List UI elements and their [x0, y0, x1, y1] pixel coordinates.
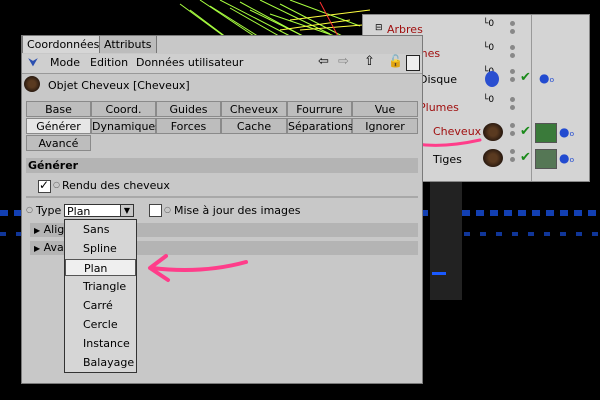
forward-arrow-icon[interactable]: ⇨ — [338, 54, 349, 69]
enabled-check-icon[interactable]: ✔ — [520, 124, 531, 139]
lod-icon: └0 — [483, 43, 495, 53]
option-triangle[interactable]: Triangle — [65, 278, 136, 295]
render-hair-checkbox[interactable]: ✓ — [38, 178, 51, 193]
tab-coord[interactable]: Coord. — [91, 101, 156, 117]
visibility-dots[interactable] — [510, 69, 516, 85]
tab-generer[interactable]: Générer — [26, 118, 91, 134]
tab-base[interactable]: Base — [26, 101, 91, 117]
option-carre[interactable]: Carré — [65, 297, 136, 314]
object-header: Objet Cheveux [Cheveux] — [22, 74, 422, 96]
back-arrow-icon[interactable]: ⇦ — [318, 54, 329, 69]
hair-object-icon — [483, 123, 503, 141]
lod-icon: └0 — [483, 19, 495, 29]
type-label: Type — [36, 204, 62, 217]
object-name[interactable]: Disque — [419, 73, 457, 86]
expand-arrow-icon[interactable]: ▶ — [34, 244, 40, 253]
option-instance[interactable]: Instance — [65, 335, 136, 352]
param-dot-icon: ○ — [26, 205, 33, 214]
tab-dynamiques[interactable]: Dynamiques — [91, 118, 161, 134]
update-frames-label: Mise à jour des images — [174, 204, 301, 217]
option-balayage[interactable]: Balayage — [65, 354, 136, 371]
object-name[interactable]: Tiges — [433, 153, 462, 166]
param-dot-icon: ○ — [53, 180, 60, 189]
tab-fourrure[interactable]: Fourrure — [287, 101, 352, 117]
tag-icon[interactable]: ●ₒ — [539, 71, 554, 85]
update-frames-checkbox[interactable] — [149, 204, 162, 217]
option-sans[interactable]: Sans — [65, 221, 136, 238]
tab-ignorer[interactable]: Ignorer — [352, 118, 418, 134]
tab-forces[interactable]: Forces — [156, 118, 221, 134]
type-dropdown-menu: Sans Spline Plan Triangle Carré Cercle I… — [64, 219, 137, 373]
visibility-dots[interactable] — [510, 97, 516, 113]
check-mark-icon: ✓ — [39, 178, 50, 192]
disc-icon — [485, 71, 499, 87]
visibility-dots[interactable] — [510, 45, 516, 61]
hair-object-icon — [483, 149, 503, 167]
section-title: Générer — [26, 158, 418, 173]
object-title: Objet Cheveux [Cheveux] — [48, 79, 190, 92]
hair-object-icon — [24, 76, 40, 92]
menu-mode[interactable]: Mode — [50, 56, 80, 69]
tab-cheveux[interactable]: Cheveux — [221, 101, 287, 117]
tag-icon[interactable]: ●ₒ — [559, 125, 574, 139]
option-spline[interactable]: Spline — [65, 240, 136, 257]
object-name[interactable]: Plumes — [419, 101, 459, 114]
material-tag-icon[interactable] — [535, 149, 557, 169]
lod-icon: └0 — [483, 95, 495, 105]
tab-vue[interactable]: Vue — [352, 101, 418, 117]
new-window-icon[interactable] — [406, 55, 420, 71]
visibility-dots[interactable] — [510, 123, 516, 139]
cursor-icon: ⮟ — [28, 55, 39, 69]
enabled-check-icon[interactable]: ✔ — [520, 70, 531, 85]
visibility-dots[interactable] — [510, 149, 516, 165]
axis-marker — [432, 272, 446, 275]
menu-edition[interactable]: Edition — [90, 56, 128, 69]
tab-guides[interactable]: Guides — [156, 101, 221, 117]
visibility-dots[interactable] — [510, 21, 516, 37]
material-tag-icon[interactable] — [535, 123, 557, 143]
group-label: Ava — [43, 241, 64, 254]
lock-icon[interactable]: 🔓 — [388, 54, 403, 68]
tab-attributes[interactable]: Attributs — [99, 35, 157, 53]
expand-arrow-icon[interactable]: ▶ — [34, 226, 40, 235]
dropdown-arrow-icon[interactable]: ▼ — [120, 205, 133, 216]
render-hair-label: Rendu des cheveux — [62, 179, 170, 192]
group-label: Alig — [43, 223, 65, 236]
attributes-panel: Coordonnées Attributs ⮟ Mode Edition Don… — [21, 35, 423, 384]
menu-user-data[interactable]: Données utilisateur — [136, 56, 243, 69]
enabled-check-icon[interactable]: ✔ — [520, 150, 531, 165]
tree-toggle-icon[interactable]: ⊟ — [375, 23, 383, 33]
up-arrow-icon[interactable]: ⇧ — [364, 54, 375, 69]
tab-avance[interactable]: Avancé — [26, 135, 91, 151]
menu-bar: ⮟ Mode Edition Données utilisateur ⇦ ⇨ ⇧… — [22, 54, 422, 74]
tag-icon[interactable]: ●ₒ — [559, 151, 574, 165]
annotation-underline — [414, 138, 482, 147]
divider — [26, 196, 418, 198]
tab-cache[interactable]: Cache — [221, 118, 287, 134]
tab-coordinates[interactable]: Coordonnées — [22, 35, 100, 53]
type-dropdown[interactable]: Plan ▼ — [64, 204, 134, 218]
option-plan[interactable]: Plan — [65, 259, 136, 276]
type-value: Plan — [67, 205, 91, 218]
viewport-dark-block — [430, 180, 462, 300]
tab-separations[interactable]: Séparations — [287, 118, 354, 134]
annotation-arrow — [148, 254, 248, 282]
param-dot-icon: ○ — [164, 205, 171, 214]
option-cercle[interactable]: Cercle — [65, 316, 136, 333]
